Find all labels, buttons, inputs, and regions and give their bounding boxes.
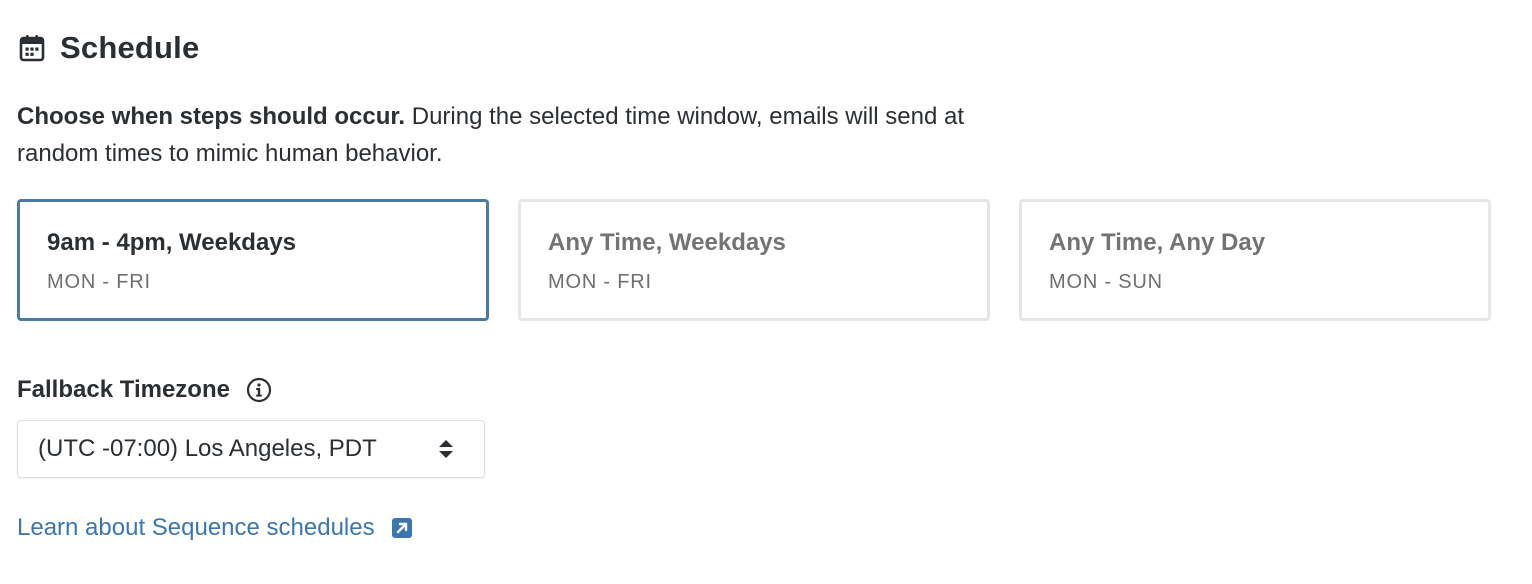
timezone-label-row: Fallback Timezone [17, 372, 272, 408]
option-title: 9am - 4pm, Weekdays [47, 229, 297, 256]
learn-link-text: Learn about Sequence schedules [17, 514, 375, 541]
schedule-option-anytime-weekdays[interactable]: Any Time, Weekdays MON - FRI [518, 199, 990, 321]
option-title: Any Time, Any Day [1049, 229, 1266, 256]
sort-arrows-icon [436, 437, 456, 461]
learn-schedules-link[interactable]: Learn about Sequence schedules [17, 514, 413, 542]
external-link-icon [391, 517, 413, 539]
schedule-option-anytime-anyday[interactable]: Any Time, Any Day MON - SUN [1019, 199, 1491, 321]
page-title: Schedule [60, 30, 200, 65]
info-icon[interactable] [246, 377, 272, 403]
schedule-option-weekdays-9-4[interactable]: 9am - 4pm, Weekdays MON - FRI [17, 199, 489, 321]
timezone-label: Fallback Timezone [17, 376, 230, 403]
schedule-description: Choose when steps should occur. During t… [17, 98, 977, 172]
option-subtitle: MON - FRI [47, 271, 151, 293]
option-title: Any Time, Weekdays [548, 229, 786, 256]
option-subtitle: MON - FRI [548, 271, 652, 293]
section-header: Schedule [18, 28, 199, 68]
calendar-icon [18, 34, 46, 62]
timezone-selected-value: (UTC -07:00) Los Angeles, PDT [38, 435, 377, 462]
timezone-select[interactable]: (UTC -07:00) Los Angeles, PDT [17, 420, 485, 478]
schedule-options: 9am - 4pm, Weekdays MON - FRI Any Time, … [17, 199, 1491, 321]
option-subtitle: MON - SUN [1049, 271, 1163, 293]
description-bold: Choose when steps should occur. [17, 103, 406, 130]
